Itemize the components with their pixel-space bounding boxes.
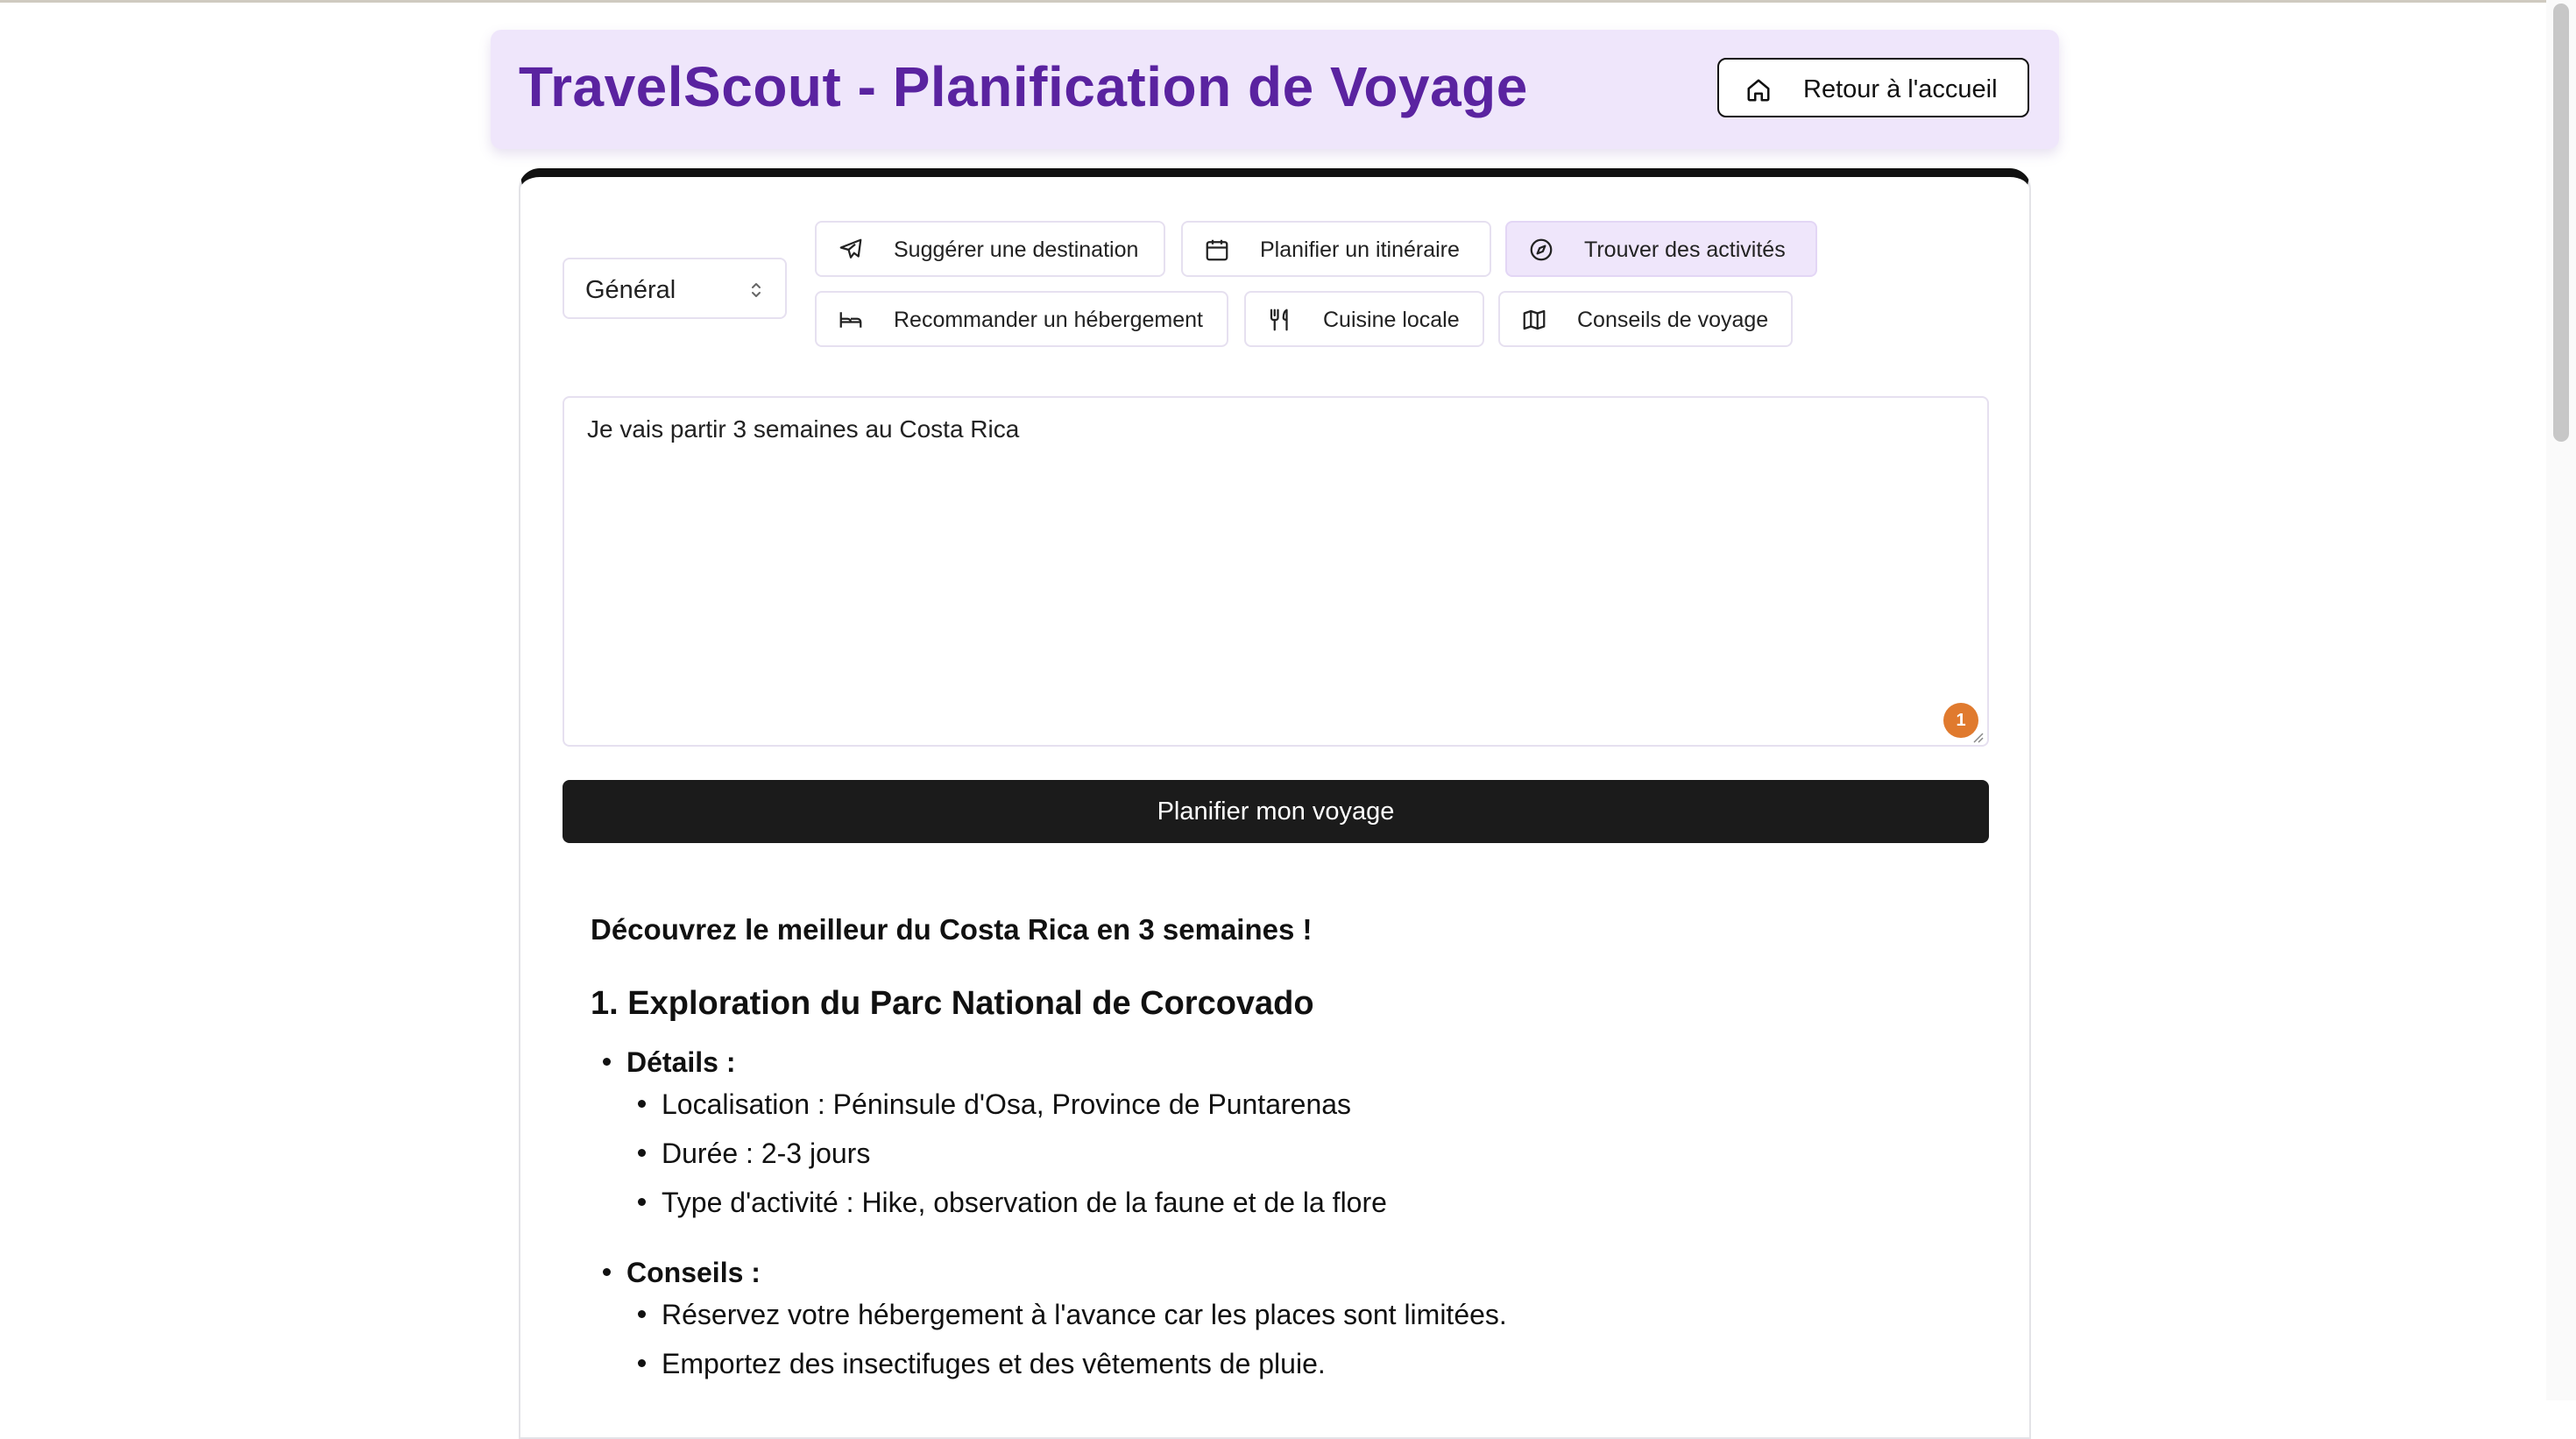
suggest-destination-label: Suggérer une destination bbox=[894, 237, 1139, 262]
detail-item: Durée : 2-3 jours bbox=[638, 1138, 870, 1170]
recommend-lodging-button[interactable]: Recommander un hébergement bbox=[815, 291, 1228, 347]
home-button-label: Retour à l'accueil bbox=[1803, 75, 1998, 103]
compass-icon bbox=[1530, 238, 1553, 261]
utensils-icon bbox=[1270, 308, 1288, 331]
bed-icon bbox=[839, 312, 862, 328]
recommend-lodging-label: Recommander un hébergement bbox=[894, 308, 1203, 332]
page-title: TravelScout - Planification de Voyage bbox=[519, 55, 1528, 118]
tips-label: Conseils : bbox=[626, 1257, 761, 1288]
calendar-icon bbox=[1206, 239, 1228, 261]
plan-itinerary-button[interactable]: Planifier un itinéraire bbox=[1181, 221, 1491, 277]
category-select-value: Général bbox=[585, 276, 676, 304]
window-top-border bbox=[0, 0, 2576, 3]
local-cuisine-label: Cuisine locale bbox=[1323, 308, 1460, 332]
result-section-title: 1. Exploration du Parc National de Corco… bbox=[591, 985, 1314, 1022]
details-label: Détails : bbox=[626, 1046, 736, 1078]
tip-booking: Réservez votre hébergement à l'avance ca… bbox=[662, 1299, 1507, 1330]
suggest-destination-button[interactable]: Suggérer une destination bbox=[815, 221, 1165, 277]
tip-insect-repellent: Emportez des insectifuges et des vêtemen… bbox=[662, 1348, 1326, 1379]
travel-tips-button[interactable]: Conseils de voyage bbox=[1498, 291, 1793, 347]
map-icon bbox=[1523, 309, 1546, 330]
prompt-textarea[interactable]: Je vais partir 3 semaines au Costa Rica … bbox=[563, 396, 1989, 747]
detail-duration: Durée : 2-3 jours bbox=[662, 1138, 871, 1169]
find-activities-label: Trouver des activités bbox=[1584, 237, 1786, 262]
scrollbar-thumb[interactable] bbox=[2553, 4, 2569, 442]
prompt-text: Je vais partir 3 semaines au Costa Rica bbox=[587, 415, 1020, 443]
travel-tips-label: Conseils de voyage bbox=[1577, 308, 1769, 332]
detail-item: Localisation : Péninsule d'Osa, Province… bbox=[638, 1088, 1351, 1121]
tip-item: Emportez des insectifuges et des vêtemen… bbox=[638, 1348, 1326, 1380]
resize-grip-icon[interactable] bbox=[1971, 731, 1984, 743]
plan-trip-button[interactable]: Planifier mon voyage bbox=[563, 780, 1989, 843]
app-header: TravelScout - Planification de Voyage Re… bbox=[491, 30, 2059, 149]
result-heading: Découvrez le meilleur du Costa Rica en 3… bbox=[591, 913, 1313, 946]
planner-card: Général Suggérer une destination Planifi… bbox=[519, 168, 2031, 1439]
details-item: Détails : bbox=[603, 1046, 735, 1079]
detail-item: Type d'activité : Hike, observation de l… bbox=[638, 1187, 1387, 1219]
plane-icon bbox=[839, 238, 862, 259]
tip-item: Réservez votre hébergement à l'avance ca… bbox=[638, 1299, 1507, 1331]
category-select[interactable]: Général bbox=[563, 258, 787, 319]
local-cuisine-button[interactable]: Cuisine locale bbox=[1244, 291, 1484, 347]
find-activities-button[interactable]: Trouver des activités bbox=[1505, 221, 1817, 277]
home-button[interactable]: Retour à l'accueil bbox=[1717, 58, 2029, 117]
tips-item: Conseils : bbox=[603, 1257, 761, 1289]
plan-trip-label: Planifier mon voyage bbox=[1157, 797, 1395, 826]
chevron-updown-icon bbox=[752, 283, 761, 297]
home-icon bbox=[1747, 79, 1770, 102]
detail-location: Localisation : Péninsule d'Osa, Province… bbox=[662, 1088, 1352, 1120]
detail-activity-type: Type d'activité : Hike, observation de l… bbox=[662, 1187, 1387, 1218]
plan-itinerary-label: Planifier un itinéraire bbox=[1260, 237, 1460, 262]
